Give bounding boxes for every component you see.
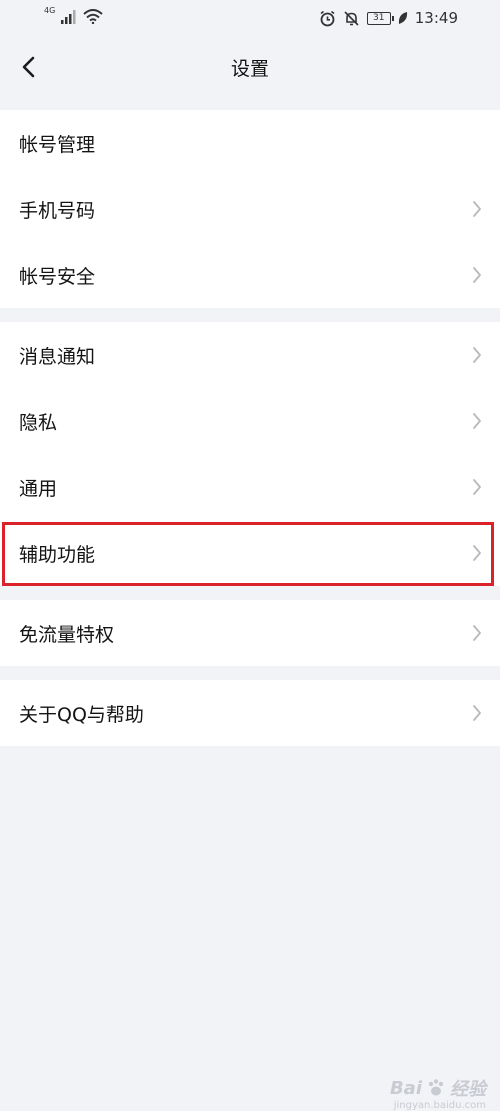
settings-item-phone-number[interactable]: 手机号码 xyxy=(0,176,500,242)
signal-icon xyxy=(61,9,76,24)
settings-group-account: 帐号管理 手机号码 帐号安全 xyxy=(0,110,500,308)
settings-group-general: 消息通知 隐私 通用 辅助功能 xyxy=(0,322,500,586)
settings-item-label: 消息通知 xyxy=(19,345,96,368)
chevron-right-icon xyxy=(473,413,481,429)
watermark-suffix: 经验 xyxy=(450,1079,486,1100)
paw-logo-icon xyxy=(428,1079,444,1096)
network-type: 4G xyxy=(44,6,56,15)
settings-item-account-management[interactable]: 帐号管理 xyxy=(0,110,500,176)
wifi-icon xyxy=(83,9,103,24)
settings-item-label: 关于QQ与帮助 xyxy=(19,703,144,726)
alarm-icon xyxy=(320,10,335,26)
status-left: 4G xyxy=(44,6,103,24)
chevron-right-icon xyxy=(473,201,481,217)
watermark: Bai 经验 jingyan.baidu.com xyxy=(389,1075,486,1111)
nav-bar: 设置 xyxy=(0,36,500,100)
chevron-right-icon xyxy=(473,347,481,363)
settings-item-label: 隐私 xyxy=(19,411,58,434)
chevron-right-icon xyxy=(473,545,481,561)
chevron-right-icon xyxy=(473,625,481,641)
page-title: 设置 xyxy=(230,58,269,80)
chevron-right-icon xyxy=(473,479,481,495)
settings-item-label: 辅助功能 xyxy=(19,543,96,566)
settings-group-about: 关于QQ与帮助 xyxy=(0,680,500,746)
status-right: 31 13:49 xyxy=(319,9,458,27)
settings-item-label: 免流量特权 xyxy=(19,623,115,646)
battery-icon: 31 xyxy=(366,11,394,25)
chevron-right-icon xyxy=(473,705,481,721)
mute-bell-icon xyxy=(344,10,359,26)
settings-item-free-data-privilege[interactable]: 免流量特权 xyxy=(0,600,500,666)
settings-item-label: 帐号管理 xyxy=(19,133,96,156)
watermark-brand: Bai xyxy=(389,1077,422,1099)
settings-item-about-qq-help[interactable]: 关于QQ与帮助 xyxy=(0,680,500,746)
leaf-icon xyxy=(398,12,407,24)
settings-group-data-free: 免流量特权 xyxy=(0,600,500,666)
settings-item-privacy[interactable]: 隐私 xyxy=(0,388,500,454)
settings-item-accessibility[interactable]: 辅助功能 xyxy=(0,520,500,586)
watermark-url: jingyan.baidu.com xyxy=(393,1100,486,1111)
battery-level: 31 xyxy=(373,12,385,23)
settings-item-label: 通用 xyxy=(19,477,58,500)
settings-item-notifications[interactable]: 消息通知 xyxy=(0,322,500,388)
settings-item-label: 手机号码 xyxy=(19,199,96,222)
status-bar: 4G 31 13:49 xyxy=(0,0,500,36)
status-time: 13:49 xyxy=(414,9,458,27)
settings-item-general[interactable]: 通用 xyxy=(0,454,500,520)
settings-item-account-security[interactable]: 帐号安全 xyxy=(0,242,500,308)
settings-item-label: 帐号安全 xyxy=(19,265,96,288)
chevron-right-icon xyxy=(473,267,481,283)
